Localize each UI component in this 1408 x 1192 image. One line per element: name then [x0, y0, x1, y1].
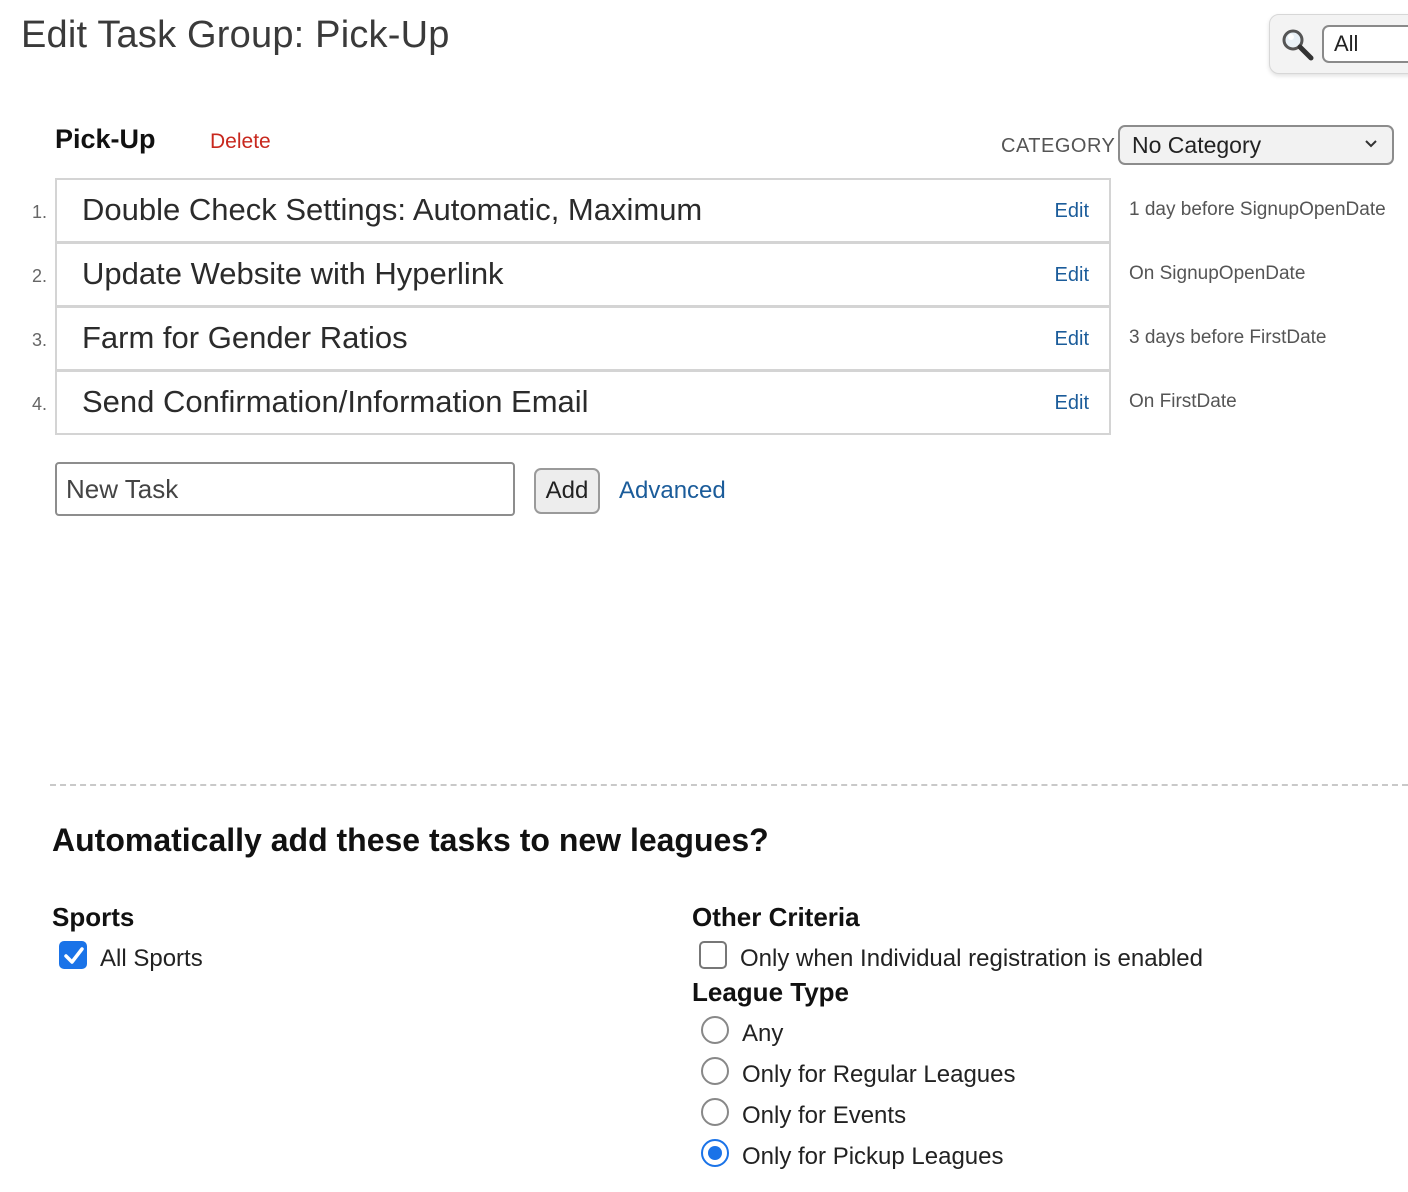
search-box: All — [1269, 14, 1408, 74]
task-name: Update Website with Hyperlink — [82, 256, 504, 291]
task-number: 2. — [32, 266, 48, 286]
task-number: 4. — [32, 394, 48, 414]
section-divider — [50, 784, 1408, 786]
individual-registration-label: Only when Individual registration is ena… — [740, 945, 1203, 972]
task-row: 4. Send Confirmation/Information Email E… — [0, 370, 1408, 435]
chevron-down-icon — [1365, 140, 1377, 148]
task-name: Send Confirmation/Information Email — [82, 384, 589, 419]
task-schedule: On FirstDate — [1129, 391, 1237, 412]
group-name: Pick-Up — [55, 124, 156, 154]
league-type-events-label: Only for Events — [742, 1102, 907, 1129]
category-label: CATEGORY — [1001, 135, 1116, 157]
task-item[interactable]: Send Confirmation/Information Email Edit — [55, 370, 1111, 435]
checkmark-icon — [64, 947, 84, 964]
all-sports-checkbox[interactable] — [59, 941, 87, 969]
all-sports-label: All Sports — [100, 945, 203, 972]
search-filter-select[interactable]: All — [1322, 25, 1408, 63]
league-type-events-radio[interactable] — [701, 1098, 729, 1126]
task-item[interactable]: Double Check Settings: Automatic, Maximu… — [55, 178, 1111, 243]
edit-task-link[interactable]: Edit — [1055, 264, 1089, 287]
task-number: 1. — [32, 202, 48, 222]
category-select[interactable]: No Category — [1118, 125, 1394, 165]
task-item[interactable]: Farm for Gender Ratios Edit — [55, 306, 1111, 371]
league-type-regular-radio[interactable] — [701, 1057, 729, 1085]
league-type-regular-label: Only for Regular Leagues — [742, 1061, 1016, 1088]
league-type-any-label: Any — [742, 1020, 784, 1047]
magnifier-icon[interactable] — [1280, 27, 1314, 61]
edit-task-link[interactable]: Edit — [1055, 328, 1089, 351]
edit-task-link[interactable]: Edit — [1055, 392, 1089, 415]
league-type-any-radio[interactable] — [701, 1016, 729, 1044]
other-criteria-label: Other Criteria — [692, 902, 860, 932]
task-number: 3. — [32, 330, 48, 350]
edit-task-link[interactable]: Edit — [1055, 200, 1089, 223]
add-task-button[interactable]: Add — [534, 468, 600, 514]
category-value: No Category — [1132, 132, 1262, 158]
individual-registration-checkbox[interactable] — [699, 941, 727, 969]
new-task-input[interactable] — [55, 462, 515, 516]
page-title: Edit Task Group: Pick-Up — [21, 14, 450, 56]
task-row: 3. Farm for Gender Ratios Edit 3 days be… — [0, 306, 1408, 371]
task-schedule: 3 days before FirstDate — [1129, 327, 1327, 348]
task-name: Farm for Gender Ratios — [82, 320, 408, 355]
task-row: 2. Update Website with Hyperlink Edit On… — [0, 242, 1408, 307]
task-row: 1. Double Check Settings: Automatic, Max… — [0, 178, 1408, 243]
league-type-pickup-radio[interactable] — [701, 1139, 729, 1167]
task-schedule: 1 day before SignupOpenDate — [1129, 199, 1386, 220]
auto-add-heading: Automatically add these tasks to new lea… — [52, 822, 769, 858]
delete-group-link[interactable]: Delete — [210, 130, 271, 154]
sports-label: Sports — [52, 902, 135, 932]
task-item[interactable]: Update Website with Hyperlink Edit — [55, 242, 1111, 307]
task-name: Double Check Settings: Automatic, Maximu… — [82, 192, 703, 227]
league-type-pickup-label: Only for Pickup Leagues — [742, 1143, 1004, 1170]
advanced-link[interactable]: Advanced — [619, 477, 726, 505]
task-schedule: On SignupOpenDate — [1129, 263, 1306, 284]
league-type-label: League Type — [692, 977, 850, 1007]
